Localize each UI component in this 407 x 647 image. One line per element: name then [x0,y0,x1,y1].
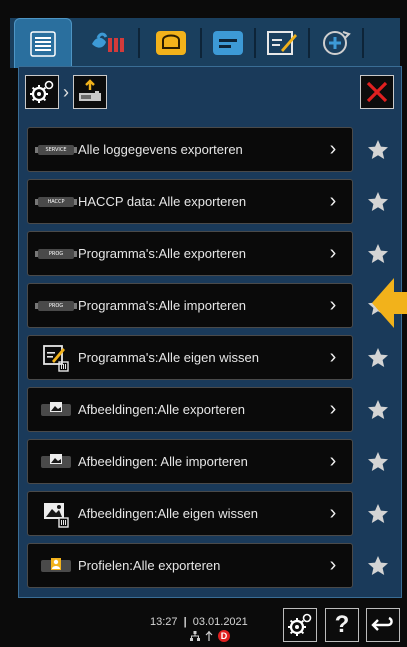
profile-usb-icon [36,551,76,581]
list-item[interactable]: Afbeeldingen:Alle exporteren › [27,387,353,432]
list-item[interactable]: Afbeeldingen: Alle importeren › [27,439,353,484]
chevron-right-icon: › [329,294,337,316]
chevron-right-icon: › [329,502,337,524]
network-icon [190,631,200,641]
menu-list-icon [30,30,56,57]
favorite-star-button[interactable] [363,135,393,165]
bottom-status-bar: 13:27 | 03.01.2021 D ? [0,602,407,647]
list-item-label: Profielen:Alle exporteren [78,558,221,573]
tab-edit[interactable] [260,22,304,64]
chevron-right-icon: › [329,450,337,472]
date-text: 03.01.2021 [192,616,248,628]
tab-bread[interactable] [146,22,196,64]
favorite-star-button[interactable] [363,499,393,529]
clock: 13:27 | 03.01.2021 [150,616,248,628]
list-item[interactable]: Afbeeldingen:Alle eigen wissen › [27,491,353,536]
recipe-list-icon [213,31,243,55]
chevron-right-icon: › [329,398,337,420]
chevron-right-icon: › [329,242,337,264]
usb-badge-icon: SERVICE [35,135,77,165]
list-item-label: Alle loggegevens exporteren [78,142,243,157]
list-item[interactable]: PROG Programma's:Alle exporteren › [27,231,353,276]
back-arrow-icon [371,616,393,631]
usb-export-icon [79,79,101,101]
tab-separator [308,28,310,58]
list-item-label: Afbeeldingen:Alle exporteren [78,402,245,417]
list-item-label: Programma's:Alle eigen wissen [78,350,259,365]
tab-rotation[interactable] [314,22,358,64]
star-icon [368,192,388,211]
tab-recipes[interactable] [206,22,250,64]
breadcrumb: › [25,75,127,109]
tab-separator [254,28,256,58]
usb-badge-icon: PROG [35,291,77,321]
tab-separator [362,28,364,58]
tab-separator [200,28,202,58]
list-item-label: Programma's:Alle exporteren [78,246,246,261]
usb-breadcrumb-button[interactable] [73,75,107,109]
list-item[interactable]: Programma's:Alle eigen wissen › [27,335,353,380]
chevron-right-icon: › [329,554,337,576]
image-usb-icon [36,395,76,425]
tab-steam[interactable] [80,22,136,64]
settings-button[interactable] [283,608,317,642]
favorite-star-button[interactable] [363,343,393,373]
settings-breadcrumb-button[interactable] [25,75,59,109]
favorite-star-button[interactable] [363,239,393,269]
close-icon [366,81,388,103]
image-usb-icon [36,447,76,477]
error-badge: D [218,630,230,642]
list-item-label: HACCP data: Alle exporteren [78,194,247,209]
back-button[interactable] [366,608,400,642]
rotation-plus-icon [323,31,351,55]
list-item[interactable]: PROG Programma's:Alle importeren › [27,283,353,328]
usb-badge-icon: PROG [35,239,77,269]
image-delete-icon [36,499,76,529]
list-item[interactable]: SERVICE Alle loggegevens exporteren › [27,127,353,172]
tab-separator [138,28,140,58]
close-button[interactable] [360,75,394,109]
list-item[interactable]: Profielen:Alle exporteren › [27,543,353,588]
list-item[interactable]: HACCP HACCP data: Alle exporteren › [27,179,353,224]
gear-icon [30,80,54,103]
list-item-label: Programma's:Alle importeren [78,298,246,313]
star-icon [368,452,388,471]
gear-icon [288,613,312,636]
time-text: 13:27 [150,616,178,628]
edit-icon [267,31,297,55]
help-icon: ? [334,611,350,638]
list-item-label: Afbeeldingen: Alle importeren [78,454,248,469]
steam-cooking-icon [92,32,124,52]
favorite-star-button[interactable] [363,551,393,581]
star-icon [368,504,388,523]
favorite-star-button[interactable] [363,187,393,217]
star-icon [368,140,388,159]
star-icon [368,556,388,575]
star-icon [368,348,388,367]
favorite-star-button[interactable] [363,395,393,425]
top-tab-bar [10,18,400,68]
star-icon [368,244,388,263]
list-item-label: Afbeeldingen:Alle eigen wissen [78,506,258,521]
time-date-separator: | [183,616,187,628]
breadcrumb-chevron-icon: › [63,82,69,102]
usb-badge-icon: HACCP [35,187,77,217]
chevron-right-icon: › [329,190,337,212]
status-icons: D [190,630,230,642]
usb-functions-panel: › SERVICE Alle loggegevens exporteren › … [18,66,402,598]
chevron-right-icon: › [329,346,337,368]
usb-status-icon [205,631,213,641]
pointer-arrow-icon [372,278,407,328]
help-button[interactable]: ? [325,608,359,642]
edit-delete-icon [36,343,76,373]
favorite-star-button[interactable] [363,447,393,477]
tab-menu[interactable] [14,18,72,68]
bread-icon [156,31,186,55]
star-icon [368,400,388,419]
chevron-right-icon: › [329,138,337,160]
